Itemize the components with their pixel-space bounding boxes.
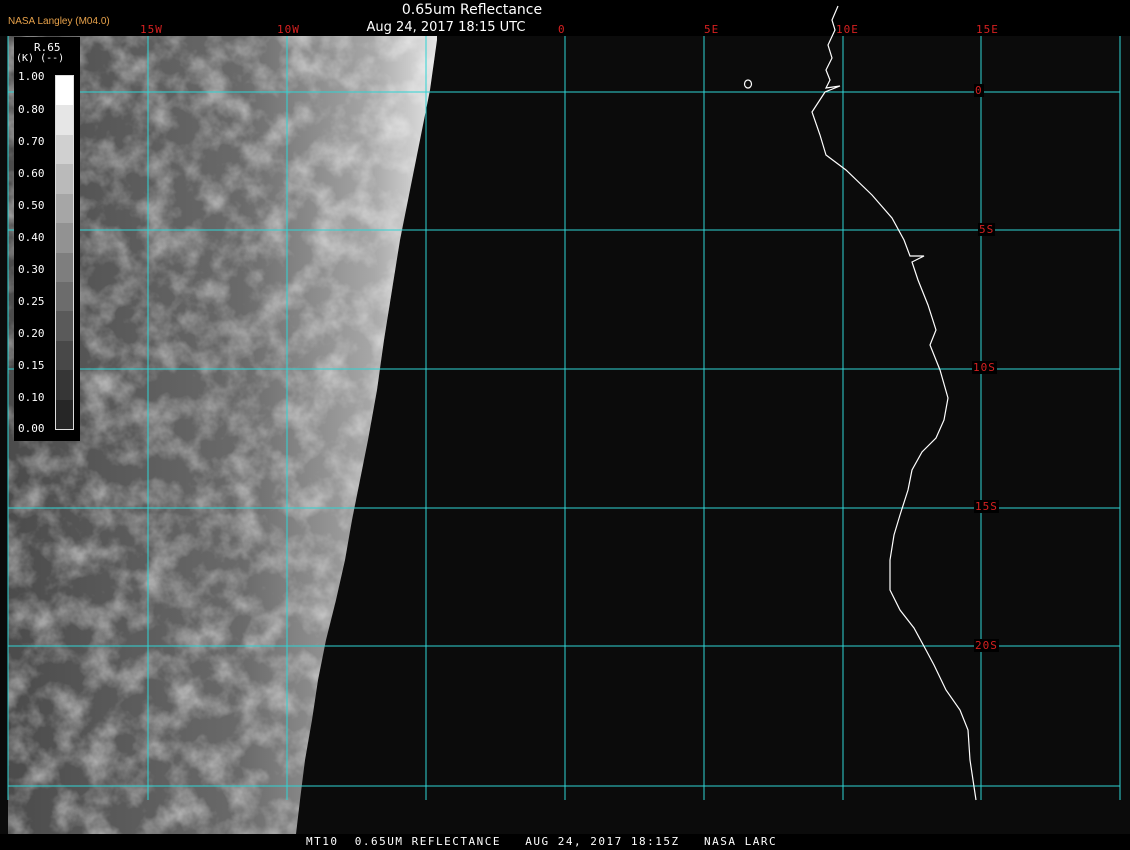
- lon-label-10w: 10W: [277, 23, 300, 36]
- lon-label-15e: 15E: [976, 23, 999, 36]
- footer-caption: MT10 0.65UM REFLECTANCE AUG 24, 2017 18:…: [306, 835, 778, 848]
- ramp-step: [56, 281, 73, 312]
- lat-label-15s: 15S: [974, 500, 999, 513]
- lon-label-15w: 15W: [140, 23, 163, 36]
- legend-tick: 1.00: [18, 70, 45, 83]
- ramp-step: [56, 252, 73, 283]
- ramp-step: [56, 105, 73, 136]
- status-footer: MT10 0.65UM REFLECTANCE AUG 24, 2017 18:…: [0, 834, 1130, 850]
- legend-tick: 0.10: [18, 391, 45, 404]
- image-title: 0.65um Reflectance: [401, 2, 543, 18]
- satellite-image-viewer: NASA Langley (M04.0) 0.65um Reflectance …: [0, 0, 1130, 850]
- legend-units: (K) (--): [16, 53, 65, 64]
- color-scale-legend: R.65 (K) (--) 1.00 0.80 0.70 0.60 0.50 0…: [14, 37, 80, 441]
- image-timestamp: Aug 24, 2017 18:15 UTC: [366, 20, 526, 35]
- lon-label-0: 0: [558, 23, 566, 36]
- ramp-step: [56, 76, 73, 106]
- legend-tick: 0.25: [18, 295, 45, 308]
- lat-label-10s: 10S: [972, 361, 997, 374]
- ramp-step: [56, 340, 73, 371]
- lon-label-5e: 5E: [704, 23, 720, 36]
- reflectance-map: [0, 5, 1130, 834]
- lat-label-0: 0: [974, 84, 984, 97]
- legend-tick: 0.60: [18, 167, 45, 180]
- lat-label-20s: 20S: [974, 639, 999, 652]
- ramp-step: [56, 223, 73, 253]
- ramp-step: [56, 311, 73, 342]
- legend-tick: 0.30: [18, 263, 45, 276]
- legend-tick: 0.00: [18, 422, 45, 435]
- legend-tick: 0.15: [18, 359, 45, 372]
- lon-label-10e: 10E: [836, 23, 859, 36]
- ramp-step: [56, 134, 73, 165]
- lat-label-5s: 5S: [978, 223, 996, 236]
- legend-tick: 0.50: [18, 199, 45, 212]
- ramp-step: [56, 193, 73, 224]
- legend-tick: 0.40: [18, 231, 45, 244]
- ramp-step: [56, 164, 73, 195]
- grayscale-ramp: [55, 75, 74, 430]
- ramp-step: [56, 399, 73, 430]
- ramp-step: [56, 370, 73, 401]
- legend-tick: 0.70: [18, 135, 45, 148]
- legend-tick: 0.80: [18, 103, 45, 116]
- legend-tick: 0.20: [18, 327, 45, 340]
